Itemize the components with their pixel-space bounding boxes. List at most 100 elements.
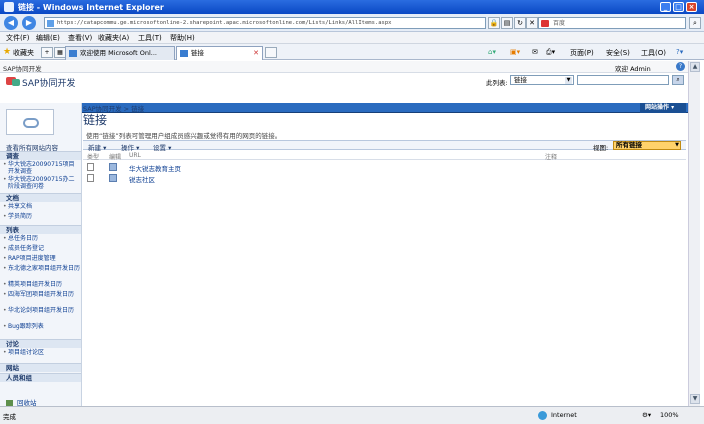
zoom-level[interactable]: 100%: [660, 411, 679, 419]
nav-item-discussion[interactable]: 项目组讨论区: [3, 349, 80, 357]
url-link[interactable]: 华大锐志教育主页: [129, 163, 181, 173]
nav-item-list[interactable]: RAP项目进度管理: [3, 255, 80, 263]
table-row: 华大锐志教育主页: [83, 162, 686, 173]
tab-page-icon: [69, 50, 77, 57]
close-button[interactable]: ×: [686, 2, 697, 12]
compatibility-icon[interactable]: ▤: [501, 17, 513, 29]
nav-item-doc[interactable]: 学员简历: [3, 213, 80, 221]
stop-icon[interactable]: ✕: [526, 17, 538, 29]
help-icon[interactable]: ?: [676, 62, 685, 71]
view-select[interactable]: 所有链接 ▼: [613, 141, 681, 150]
status-text: 完成: [3, 413, 16, 421]
chevron-down-icon: ▼: [565, 77, 572, 84]
scroll-down-icon[interactable]: ▼: [690, 394, 700, 404]
nav-item-list[interactable]: 总任务日历: [3, 235, 80, 243]
print-icon[interactable]: ⎙▾: [546, 48, 555, 57]
refresh-icon[interactable]: ↻: [514, 17, 526, 29]
table-row: 锐志社区: [83, 173, 686, 184]
baidu-icon: [541, 20, 549, 27]
chevron-down-icon: ▼: [675, 142, 679, 148]
column-edit[interactable]: 编辑: [109, 152, 121, 161]
menu-edit[interactable]: 编辑(E): [36, 33, 60, 43]
column-headers: 类型 编辑 URL 注释: [83, 151, 686, 161]
url-field[interactable]: https://catapcommu.ge.microsoftonline-2.…: [44, 17, 486, 29]
safety-menu[interactable]: 安全(S): [606, 48, 630, 58]
link-icon: [23, 118, 39, 128]
help-icon[interactable]: ?▾: [676, 48, 683, 56]
favorites-button[interactable]: 收藏夹: [13, 48, 34, 58]
nav-item-survey[interactable]: 华大锐志20090715办二阶段调查问卷: [3, 176, 80, 190]
nav-item-list[interactable]: 四海军团项目组开发日历: [3, 291, 80, 299]
tab-welcome[interactable]: 欢迎使用 Microsoft Onl...: [65, 46, 175, 60]
search-icon[interactable]: ⌕: [689, 17, 701, 29]
url-link[interactable]: 锐志社区: [129, 174, 155, 184]
nav-section-discussions[interactable]: 讨论: [0, 339, 81, 348]
lock-icon[interactable]: 🔒: [488, 17, 500, 29]
site-title[interactable]: SAP协同开发: [22, 76, 75, 89]
add-favorite-icon[interactable]: +: [41, 47, 53, 58]
list-description: 使用“链接”列表可管理用户组成员感兴趣或觉得有用的网页的链接。: [86, 132, 282, 140]
main-content: SAP协同开发 > 链接 链接 使用“链接”列表可管理用户组成员感兴趣或觉得有用…: [83, 103, 688, 406]
quick-launch: 查看所有网站内容 调查 华大锐志20090715项目开发调查 华大锐志20090…: [0, 103, 82, 407]
menu-help[interactable]: 帮助(H): [170, 33, 195, 43]
site-header: SAP协同开发 此列表: 链接 ▼ ⌕ 主页 网站操作 ▾: [0, 73, 688, 113]
window-title: 链接 - Windows Internet Explorer: [18, 3, 164, 12]
nav-section-lists[interactable]: 列表: [0, 225, 81, 234]
vertical-scrollbar[interactable]: ▲ ▼: [688, 61, 700, 406]
home-icon[interactable]: ⌂▾: [488, 48, 496, 56]
page-menu[interactable]: 页面(P): [570, 48, 594, 58]
zone-text: Internet: [551, 411, 577, 419]
tab-links[interactable]: 链接 ✕: [176, 46, 263, 60]
nav-item-list[interactable]: 华北论剑项目组开发日历: [3, 307, 80, 315]
menu-view[interactable]: 查看(V): [68, 33, 92, 43]
document-icon: [87, 163, 94, 171]
mail-icon[interactable]: ✉: [532, 48, 538, 56]
star-icon[interactable]: ★: [3, 47, 11, 57]
page-title: 链接: [83, 113, 108, 127]
menu-favorites[interactable]: 收藏夹(A): [98, 33, 129, 43]
nav-item-doc[interactable]: 共享文档: [3, 203, 80, 211]
minimize-button[interactable]: _: [660, 2, 671, 12]
search-scope-select[interactable]: 链接 ▼: [510, 75, 574, 85]
nav-item-list[interactable]: 成员任务登记: [3, 245, 80, 253]
nav-section-sites[interactable]: 网站: [0, 363, 81, 372]
edit-icon[interactable]: [109, 163, 117, 171]
nav-section-people[interactable]: 人员和组: [0, 373, 81, 382]
search-icon[interactable]: ⌕: [672, 75, 684, 85]
welcome-menu[interactable]: 欢迎 Admin: [615, 63, 651, 73]
tab-page-icon: [180, 50, 188, 57]
nav-section-survey[interactable]: 调查: [0, 151, 81, 160]
nav-item-list[interactable]: 精英项目组开发日历: [3, 281, 80, 289]
maximize-button[interactable]: □: [673, 2, 684, 12]
site-link[interactable]: SAP协同开发: [3, 63, 42, 73]
site-search-input[interactable]: [577, 75, 669, 85]
column-notes[interactable]: 注释: [545, 152, 557, 161]
document-icon: [87, 174, 94, 182]
search-input[interactable]: 百度: [538, 17, 686, 29]
column-type[interactable]: 类型: [87, 152, 99, 161]
menu-bar: 文件(F) 编辑(E) 查看(V) 收藏夹(A) 工具(T) 帮助(H): [0, 32, 704, 44]
feeds-icon[interactable]: ▣▾: [510, 48, 520, 56]
address-bar: ◀ ▶ https://catapcommu.ge.microsoftonlin…: [0, 14, 704, 32]
column-url[interactable]: URL: [129, 152, 141, 159]
global-bar: SAP协同开发 欢迎 Admin ?: [0, 61, 688, 73]
nav-item-list[interactable]: Bug跟踪列表: [3, 323, 80, 331]
globe-icon: [538, 411, 547, 420]
new-tab-icon[interactable]: [265, 47, 277, 58]
status-bar: 完成 Internet ⚙▾ 100%: [0, 406, 704, 424]
nav-section-docs[interactable]: 文档: [0, 193, 81, 202]
tab-close-icon[interactable]: ✕: [253, 47, 259, 59]
back-button[interactable]: ◀: [4, 16, 18, 30]
nav-item-list[interactable]: 东北德之家项目组开发日历: [3, 265, 80, 273]
edit-icon[interactable]: [109, 174, 117, 182]
scroll-up-icon[interactable]: ▲: [690, 62, 700, 72]
menu-file[interactable]: 文件(F): [6, 33, 30, 43]
list-image: [6, 109, 54, 135]
page-icon: [47, 20, 54, 27]
tools-menu[interactable]: 工具(O): [641, 48, 666, 58]
forward-button[interactable]: ▶: [22, 16, 36, 30]
menu-tools[interactable]: 工具(T): [138, 33, 162, 43]
protected-mode-icon[interactable]: ⚙▾: [642, 411, 651, 419]
favorites-bar: ★ 收藏夹 + ▦ 欢迎使用 Microsoft Onl... 链接 ✕ ⌂▾ …: [0, 44, 704, 60]
nav-item-survey[interactable]: 华大锐志20090715项目开发调查: [3, 161, 80, 175]
